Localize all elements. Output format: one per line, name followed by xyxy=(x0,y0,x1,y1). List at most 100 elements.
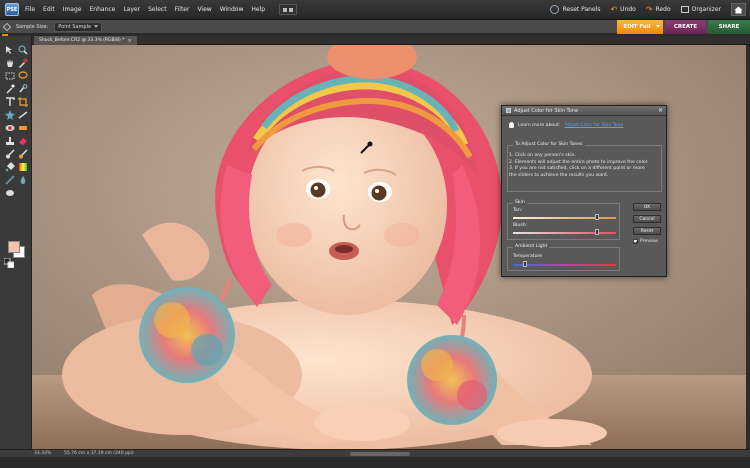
clone-stamp-tool-icon[interactable] xyxy=(5,136,15,146)
eraser-tool-icon[interactable] xyxy=(18,136,28,146)
reset-panels-label: Reset Panels xyxy=(562,6,601,13)
zoom-tool-icon[interactable] xyxy=(18,45,28,55)
arrange-documents-button[interactable] xyxy=(279,4,298,15)
skin-group-label: Skin xyxy=(513,200,527,205)
type-tool-icon[interactable] xyxy=(5,97,15,107)
learn-more-link[interactable]: Adjust Color for Skin Tone xyxy=(564,123,623,128)
toolbox xyxy=(0,36,32,456)
menu-filter[interactable]: Filter xyxy=(175,6,190,13)
reset-panels-button[interactable]: Reset Panels xyxy=(550,5,600,14)
lasso-tool-icon[interactable] xyxy=(18,71,28,81)
instructions-heading: To Adjust Color for Skin Tones xyxy=(513,142,585,147)
dialog-title-bar[interactable]: Adjust Color for Skin Tone × xyxy=(502,106,666,116)
undo-label: Undo xyxy=(620,6,636,13)
eyedropper-tool-icon[interactable] xyxy=(18,58,28,68)
blush-slider-thumb[interactable] xyxy=(595,229,599,235)
menu-select[interactable]: Select xyxy=(148,6,167,13)
foreground-color-swatch[interactable] xyxy=(8,241,20,253)
horizontal-scrollbar[interactable] xyxy=(350,452,410,456)
ambient-light-group: Ambient Light Temperature xyxy=(507,244,620,271)
blush-label: Blush: xyxy=(513,223,528,228)
home-button[interactable] xyxy=(731,3,746,16)
cookie-cutter-tool-icon[interactable] xyxy=(5,110,15,120)
create-tab-button[interactable]: CREATE xyxy=(665,20,706,34)
document-tab-title: Shock_Before.CR2 @ 33.3% (RGB/8) * xyxy=(39,38,125,43)
sample-size-select[interactable]: Point Sample xyxy=(54,21,103,32)
move-tool-icon[interactable] xyxy=(5,45,15,55)
close-icon[interactable]: × xyxy=(658,107,663,114)
gradient-tool-icon[interactable] xyxy=(18,162,28,172)
tan-slider-thumb[interactable] xyxy=(595,214,599,220)
sponge-tool-icon[interactable] xyxy=(5,188,15,198)
ok-button[interactable]: OK xyxy=(633,203,661,211)
adjust-skin-tone-dialog: Adjust Color for Skin Tone × Learn more … xyxy=(501,105,667,277)
magic-wand-tool-icon[interactable] xyxy=(5,84,15,94)
blush-slider[interactable] xyxy=(513,229,616,235)
document-size: 55.76 cm x 37.19 cm (240 ppi) xyxy=(64,451,134,456)
shape-tool-icon[interactable] xyxy=(5,175,15,185)
instruction-line-4: the sliders to achieve the results you w… xyxy=(509,172,609,178)
smart-brush-tool-icon[interactable] xyxy=(18,149,28,159)
tan-slider[interactable] xyxy=(513,214,616,220)
organizer-icon xyxy=(680,6,689,13)
edit-full-button[interactable]: EDIT Full xyxy=(617,20,663,34)
blur-tool-icon[interactable] xyxy=(18,175,28,185)
temperature-slider[interactable] xyxy=(513,261,616,267)
preview-checkbox[interactable] xyxy=(633,239,638,244)
share-tab-button[interactable]: SHARE xyxy=(708,20,750,34)
skin-group: Skin Tan: Blush: xyxy=(507,200,620,240)
dialog-app-icon xyxy=(506,108,511,113)
status-bar: 33.33% 55.76 cm x 37.19 cm (240 ppi) xyxy=(0,449,750,457)
organizer-button[interactable]: Organizer xyxy=(680,6,721,13)
dialog-title: Adjust Color for Skin Tone xyxy=(514,107,579,114)
menu-layer[interactable]: Layer xyxy=(123,6,140,13)
home-icon xyxy=(734,6,743,13)
temperature-slider-thumb[interactable] xyxy=(523,261,527,267)
preview-checkbox-row[interactable]: Preview xyxy=(633,239,658,244)
reset-button[interactable]: Reset xyxy=(633,227,661,235)
document-tab-bar: Shock_Before.CR2 @ 33.3% (RGB/8) * × xyxy=(32,36,750,45)
chevron-down-icon xyxy=(656,25,660,28)
tan-label: Tan: xyxy=(513,208,523,213)
menu-enhance[interactable]: Enhance xyxy=(89,6,115,13)
redo-button[interactable]: ↷ Redo xyxy=(646,5,671,14)
marquee-tool-icon[interactable] xyxy=(5,71,15,81)
temperature-label: Temperature xyxy=(513,254,543,259)
menu-bar: PSE File Edit Image Enhance Layer Select… xyxy=(0,0,750,20)
red-eye-tool-icon[interactable] xyxy=(5,123,15,133)
crop-tool-icon[interactable] xyxy=(18,97,28,107)
menu-view[interactable]: View xyxy=(197,6,211,13)
menu-image[interactable]: Image xyxy=(63,6,82,13)
undo-icon: ↶ xyxy=(610,5,618,14)
chevron-down-icon xyxy=(94,25,99,28)
healing-brush-tool-icon[interactable] xyxy=(18,123,28,133)
cancel-button[interactable]: Cancel xyxy=(633,215,661,223)
preview-label: Preview xyxy=(640,239,658,244)
quick-selection-tool-icon[interactable] xyxy=(18,84,28,94)
paint-bucket-tool-icon[interactable] xyxy=(5,162,15,172)
ambient-light-label: Ambient Light xyxy=(513,244,550,249)
redo-label: Redo xyxy=(655,6,671,13)
document-tab[interactable]: Shock_Before.CR2 @ 33.3% (RGB/8) * × xyxy=(34,36,137,45)
grid-icon xyxy=(283,7,288,12)
menu-help[interactable]: Help xyxy=(251,6,265,13)
reset-icon xyxy=(550,5,560,14)
brush-tool-icon[interactable] xyxy=(5,149,15,159)
grid-icon-part xyxy=(289,7,294,12)
straighten-tool-icon[interactable] xyxy=(18,110,28,120)
undo-button[interactable]: ↶ Undo xyxy=(610,5,635,14)
menu-file[interactable]: File xyxy=(25,6,35,13)
zoom-level[interactable]: 33.33% xyxy=(34,451,51,456)
hand-tool-icon[interactable] xyxy=(5,58,15,68)
default-colors-icon[interactable] xyxy=(4,258,14,268)
menu-edit[interactable]: Edit xyxy=(43,6,55,13)
bottom-panel-bin xyxy=(0,457,750,468)
sample-size-value: Point Sample xyxy=(58,23,92,30)
close-icon[interactable]: × xyxy=(127,38,131,44)
vertical-scrollbar[interactable] xyxy=(746,45,750,449)
learn-more-row: Learn more about: Adjust Color for Skin … xyxy=(509,122,623,128)
eyedropper-option-icon xyxy=(2,22,12,31)
app-logo[interactable]: PSE xyxy=(5,3,19,16)
menu-window[interactable]: Window xyxy=(220,6,244,13)
sample-size-label: Sample Size: xyxy=(16,23,49,30)
